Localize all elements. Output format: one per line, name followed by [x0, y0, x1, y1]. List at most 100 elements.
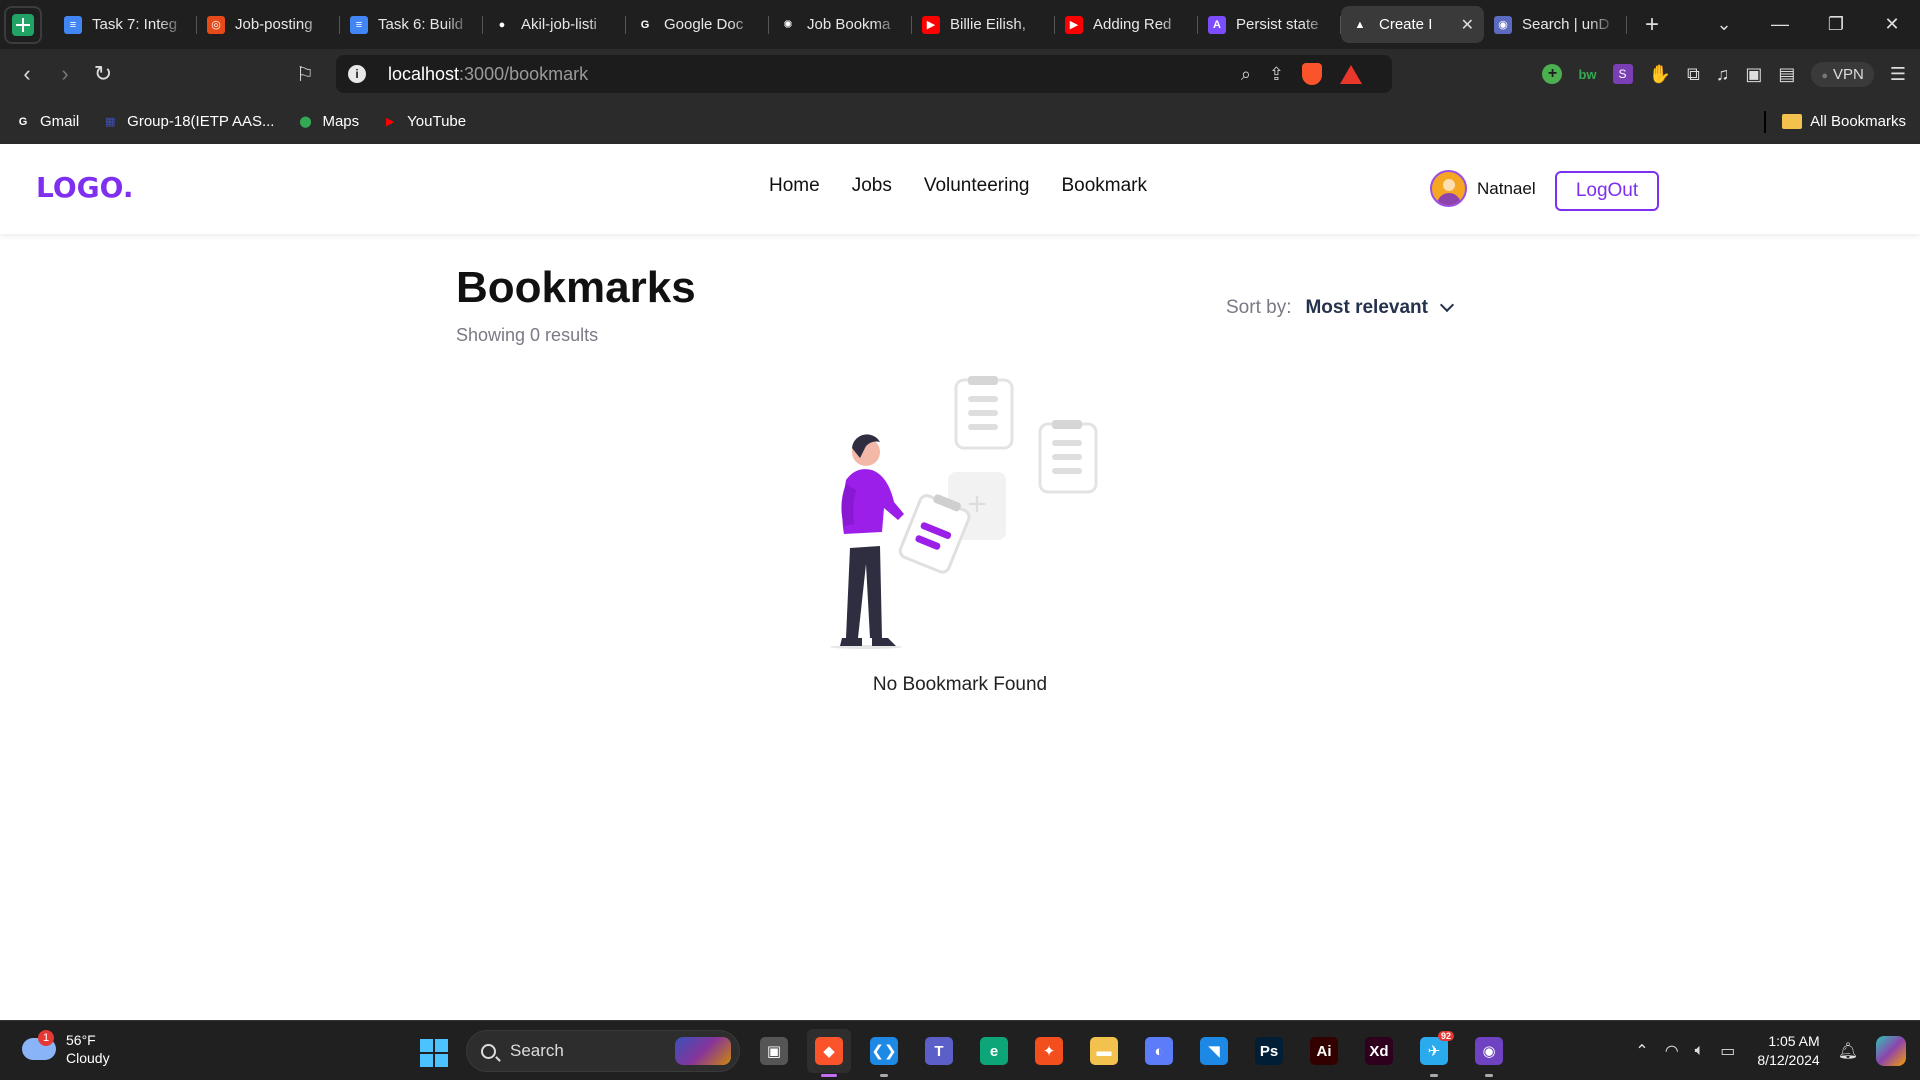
close-window-icon[interactable]: ✕ — [1864, 14, 1920, 35]
tab-search-chevron-icon[interactable]: ⌄ — [1696, 14, 1752, 35]
battery-icon[interactable]: ▭ — [1720, 1041, 1735, 1061]
browser-tab[interactable]: ≡ Task 7: Integ — [54, 6, 197, 43]
browser-tab[interactable]: ◎ Job-posting — [197, 6, 340, 43]
brave-rewards-icon[interactable] — [1340, 64, 1362, 84]
extensions-puzzle-icon[interactable]: ⧉ — [1687, 64, 1700, 85]
all-bookmarks[interactable]: All Bookmarks — [1764, 99, 1906, 144]
taskbar-app-teams[interactable]: T — [917, 1029, 961, 1073]
notification-bell-icon[interactable]: 🔔︎ — [1838, 1041, 1858, 1061]
teams-icon: T — [925, 1037, 953, 1065]
tab-favicon-icon: ▲ — [1354, 18, 1366, 31]
nav-jobs[interactable]: Jobs — [852, 175, 892, 197]
share-icon[interactable]: ⇪ — [1269, 64, 1284, 85]
vpn-button[interactable]: VPN — [1811, 61, 1874, 87]
restore-icon[interactable]: ❐ — [1808, 14, 1864, 35]
wifi-icon[interactable]: ◠ — [1665, 1041, 1679, 1061]
browser-tab[interactable]: ≡ Task 6: Build — [340, 6, 483, 43]
weather-widget[interactable]: 1 56°F Cloudy — [22, 1030, 110, 1067]
extension-s-icon[interactable]: S — [1612, 64, 1633, 84]
clock-date: 8/12/2024 — [1757, 1052, 1820, 1068]
taskbar-app-photoshop[interactable]: Ps — [1247, 1029, 1291, 1073]
extension-plus-icon[interactable]: + — [1542, 64, 1563, 84]
taskbar-app-illustrator[interactable]: Ai — [1302, 1029, 1346, 1073]
sidebar-icon[interactable]: ▣ — [1745, 64, 1762, 85]
bookmark-label: Group-18(IETP AAS... — [127, 113, 275, 130]
bookmark-item[interactable]: ▦ Group-18(IETP AAS... — [101, 113, 275, 131]
minimize-icon[interactable]: — — [1752, 14, 1808, 35]
browser-tab[interactable]: ● Akil-job-listi — [483, 6, 626, 43]
main-nav: Home Jobs Volunteering Bookmark — [769, 175, 1147, 197]
site-info-icon[interactable]: i — [348, 65, 366, 83]
tab-favicon-icon: ▶ — [1065, 15, 1083, 34]
taskbar-app-task-view[interactable]: ▣ — [752, 1029, 796, 1073]
forward-icon[interactable]: › — [46, 61, 84, 87]
nav-home[interactable]: Home — [769, 175, 820, 197]
close-tab-icon[interactable]: ✕ — [1461, 15, 1474, 35]
url-text[interactable]: localhost:3000/bookmark — [388, 64, 588, 85]
clock-time: 1:05 AM — [1768, 1033, 1820, 1049]
menu-icon[interactable]: ☰ — [1890, 64, 1906, 85]
figma-icon: ✦ — [1035, 1037, 1063, 1065]
volume-icon[interactable]: 🔈︎ — [1695, 1042, 1705, 1060]
taskbar-app-edge[interactable]: e — [972, 1029, 1016, 1073]
copilot-icon[interactable] — [1876, 1036, 1906, 1066]
sort-value[interactable]: Most relevant — [1305, 297, 1427, 319]
avatar[interactable] — [1430, 170, 1467, 207]
reload-icon[interactable]: ↻ — [84, 61, 122, 87]
tab-favicon-icon: ◎ — [207, 15, 225, 34]
browser-tab[interactable]: ▶ Billie Eilish, — [912, 6, 1055, 43]
media-icon[interactable]: ♫ — [1716, 64, 1730, 85]
taskbar-search[interactable]: Search — [466, 1030, 740, 1072]
taskbar-app-app-blue[interactable]: ◐ — [1137, 1029, 1181, 1073]
bookmark-label: Maps — [322, 113, 360, 130]
extension-bw-icon[interactable]: bw — [1578, 67, 1596, 82]
logout-button[interactable]: LogOut — [1555, 171, 1659, 211]
site-logo[interactable]: LOGO. — [36, 171, 133, 204]
results-count: Showing 0 results — [456, 325, 599, 345]
wallet-icon[interactable]: ▤ — [1778, 64, 1795, 85]
bookmark-page-icon[interactable]: ⚐ — [286, 62, 324, 87]
taskbar-app-file-explorer[interactable]: ▬ — [1082, 1029, 1126, 1073]
nav-volunteering[interactable]: Volunteering — [924, 175, 1030, 197]
chevron-up-icon[interactable]: ⌃ — [1635, 1041, 1648, 1061]
taskbar-app-brave[interactable]: ◆ — [807, 1029, 851, 1077]
taskbar-app-figma[interactable]: ✦ — [1027, 1029, 1071, 1073]
new-tab-icon[interactable]: + — [1637, 11, 1667, 39]
taskbar-app-vscode[interactable]: ❮❯ — [862, 1029, 906, 1077]
browser-tab[interactable]: ✺ Job Bookma — [769, 6, 912, 43]
tab-title: Job Bookma — [807, 16, 891, 33]
taskbar-app-github-desktop[interactable]: ◉ — [1467, 1029, 1511, 1077]
sort-dropdown[interactable]: Sort by: Most relevant — [1226, 297, 1455, 319]
sheets-app-icon[interactable] — [4, 5, 42, 44]
nav-bookmark[interactable]: Bookmark — [1061, 175, 1147, 197]
extension-hand-icon[interactable]: ✋ — [1649, 64, 1671, 85]
browser-tab[interactable]: A Persist state — [1198, 6, 1341, 43]
tab-title: Billie Eilish, — [950, 16, 1026, 33]
weather-temp: 56°F — [66, 1032, 96, 1048]
edge-icon: e — [980, 1037, 1008, 1065]
xd-icon: Xd — [1365, 1037, 1393, 1065]
browser-tab[interactable]: ◉ Search | unD — [1484, 6, 1627, 43]
clock[interactable]: 1:05 AM 8/12/2024 — [1757, 1032, 1819, 1070]
chevron-down-icon[interactable] — [1439, 297, 1455, 313]
user-menu[interactable]: Natnael — [1430, 170, 1536, 207]
taskbar-app-xd[interactable]: Xd — [1357, 1029, 1401, 1073]
browser-tab[interactable]: ▲ Create I ✕ — [1341, 6, 1484, 43]
back-icon[interactable]: ‹ — [8, 61, 46, 87]
browser-tab[interactable]: G Google Doc — [626, 6, 769, 43]
address-bar[interactable]: i localhost:3000/bookmark ⌕ ⇪ — [336, 55, 1392, 93]
weather-badge: 1 — [38, 1030, 54, 1046]
tab-favicon-icon: G — [640, 18, 650, 31]
bookmark-item[interactable]: G Gmail — [14, 113, 79, 131]
telegram-icon: ✈ — [1420, 1037, 1448, 1065]
taskbar-app-framer[interactable]: ◥ — [1192, 1029, 1236, 1073]
zoom-icon[interactable]: ⌕ — [1241, 64, 1251, 85]
windows-start-icon[interactable] — [420, 1039, 448, 1067]
taskbar-app-telegram[interactable]: ✈ 92 — [1412, 1029, 1456, 1077]
tab-favicon-icon: ✺ — [783, 19, 793, 31]
bookmark-item[interactable]: ▶ YouTube — [381, 113, 466, 131]
brave-shields-icon[interactable] — [1302, 63, 1322, 85]
browser-tab[interactable]: ▶ Adding Red — [1055, 6, 1198, 43]
bookmark-item[interactable]: ⬤ Maps — [296, 113, 359, 131]
bookmark-label: YouTube — [407, 113, 467, 130]
